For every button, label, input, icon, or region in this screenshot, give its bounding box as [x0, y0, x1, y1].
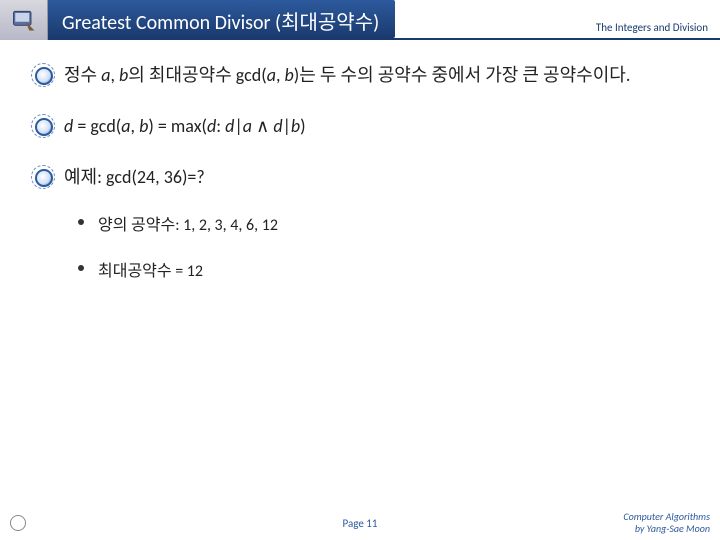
slide-content: 정수 a, b의 최대공약수 gcd(a, b)는 두 수의 공약수 중에서 가… — [0, 40, 720, 281]
bullet-icon — [34, 66, 52, 84]
sub-bullet-icon — [78, 219, 84, 225]
bullet-text: 예제: gcd(24, 36)=? — [64, 164, 205, 191]
sub-bullet-icon — [78, 265, 84, 271]
slide-title: Greatest Common Divisor (최대공약수) — [48, 0, 395, 38]
sub-item-2: 최대공약수 = 12 — [78, 257, 690, 281]
slide-footer: Page 11 Computer Algorithms by Yang-Sae … — [0, 508, 720, 538]
bullet-3: 예제: gcd(24, 36)=? — [34, 164, 690, 191]
bullet-2: d = gcd(a, b) = max(d: d|a ∧ d|b) — [34, 113, 690, 140]
footer-credit: Computer Algorithms by Yang-Sae Moon — [623, 511, 710, 535]
credit-line-2: by Yang-Sae Moon — [623, 523, 710, 535]
university-seal-icon — [10, 515, 26, 531]
sub-item-1: 양의 공약수: 1, 2, 3, 4, 6, 12 — [78, 211, 690, 235]
sub-list: 양의 공약수: 1, 2, 3, 4, 6, 12 최대공약수 = 12 — [78, 211, 690, 281]
bullet-icon — [34, 168, 52, 186]
footer-logo — [10, 515, 26, 531]
bullet-icon — [34, 117, 52, 135]
bullet-text: d = gcd(a, b) = max(d: d|a ∧ d|b) — [64, 113, 306, 140]
slide-header: Greatest Common Divisor (최대공약수) The Inte… — [0, 0, 720, 40]
sub-text: 최대공약수 = 12 — [98, 257, 203, 281]
page-number: Page 11 — [343, 517, 378, 530]
header-logo-icon — [0, 0, 48, 40]
bullet-1: 정수 a, b의 최대공약수 gcd(a, b)는 두 수의 공약수 중에서 가… — [34, 62, 690, 89]
bullet-text: 정수 a, b의 최대공약수 gcd(a, b)는 두 수의 공약수 중에서 가… — [64, 62, 630, 89]
sub-text: 양의 공약수: 1, 2, 3, 4, 6, 12 — [98, 211, 278, 235]
section-label: The Integers and Division — [395, 0, 720, 38]
